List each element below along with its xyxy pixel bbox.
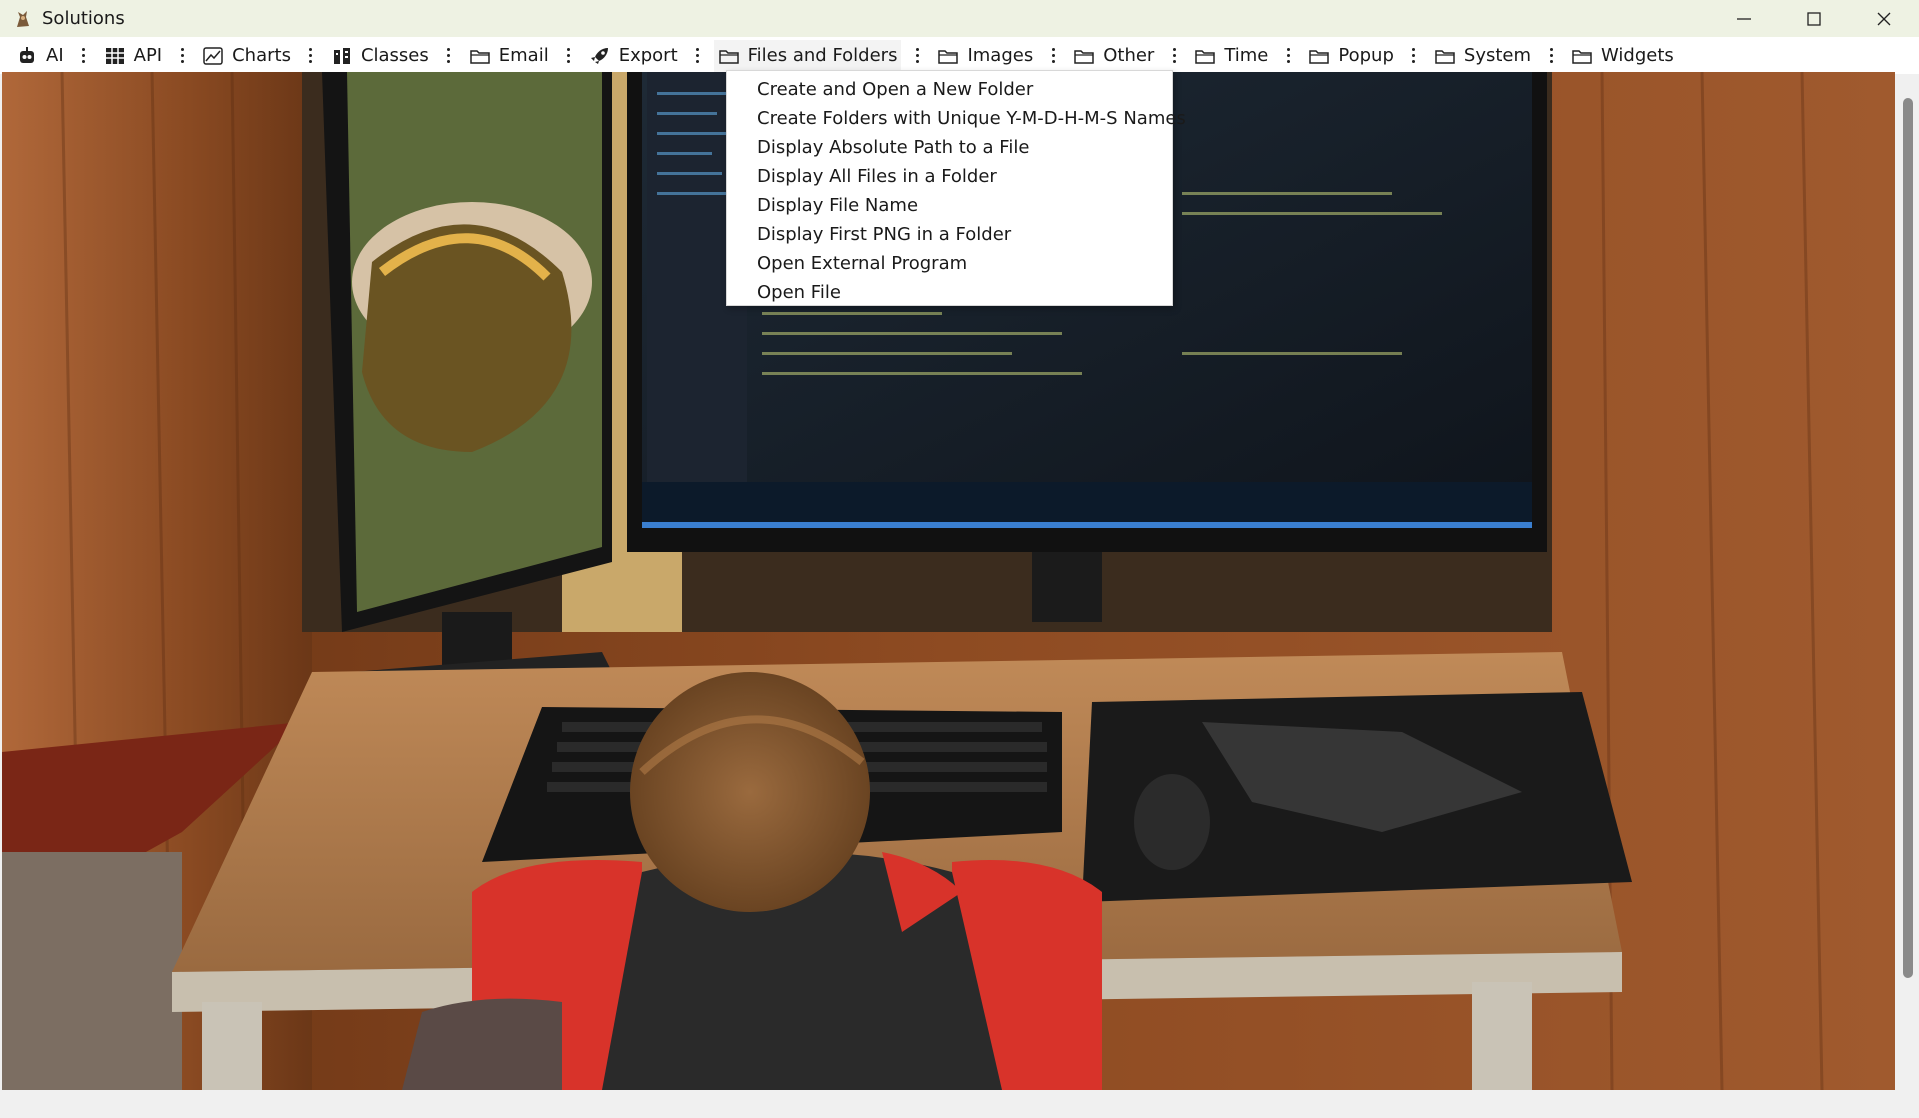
app-icon xyxy=(12,8,34,30)
menu-api[interactable]: API xyxy=(100,40,166,72)
minimize-button[interactable] xyxy=(1709,0,1779,37)
menu-charts[interactable]: Charts xyxy=(198,40,295,72)
menu-export[interactable]: Export xyxy=(585,40,682,72)
menu-separator xyxy=(1043,48,1063,63)
menu-separator xyxy=(1278,48,1298,63)
menu-widgets[interactable]: Widgets xyxy=(1567,40,1678,72)
menu-ai[interactable]: AI xyxy=(12,40,68,72)
menu-bar: AI API Charts Classes Email Export Files… xyxy=(0,37,1919,74)
menu-ai-label: AI xyxy=(46,45,64,66)
grid-icon xyxy=(104,45,126,67)
close-button[interactable] xyxy=(1849,0,1919,37)
dropdown-item-display-absolute-path[interactable]: Display Absolute Path to a File xyxy=(727,133,1172,162)
menu-export-label: Export xyxy=(618,45,678,66)
title-bar: Solutions xyxy=(0,0,1919,37)
menu-separator xyxy=(439,48,459,63)
menu-separator xyxy=(688,48,708,63)
folder-icon xyxy=(718,45,740,67)
folder-icon xyxy=(1434,45,1456,67)
menu-files-and-folders[interactable]: Files and Folders xyxy=(713,39,902,72)
vertical-scrollbar[interactable] xyxy=(1903,98,1913,978)
menu-time-label: Time xyxy=(1224,45,1269,66)
maximize-button[interactable] xyxy=(1779,0,1849,37)
files-and-folders-dropdown: Create and Open a New Folder Create Fold… xyxy=(726,70,1186,307)
robot-icon xyxy=(16,45,38,67)
menu-separator xyxy=(559,48,579,63)
menu-separator xyxy=(1164,48,1184,63)
menu-popup-label: Popup xyxy=(1338,45,1394,66)
menu-images[interactable]: Images xyxy=(933,40,1037,72)
folder-icon xyxy=(937,45,959,67)
minimize-icon xyxy=(1737,17,1751,20)
menu-charts-label: Charts xyxy=(232,45,291,66)
menu-separator xyxy=(172,48,192,63)
menu-separator xyxy=(907,48,927,63)
maximize-icon xyxy=(1807,11,1821,26)
dropdown-item-create-unique-folders[interactable]: Create Folders with Unique Y-M-D-H-M-S N… xyxy=(727,104,1186,133)
building-icon xyxy=(331,45,353,67)
menu-other[interactable]: Other xyxy=(1069,40,1158,72)
dropdown-item-open-file[interactable]: Open File xyxy=(727,278,1172,307)
close-icon xyxy=(1877,12,1891,25)
dropdown-item-create-open-folder[interactable]: Create and Open a New Folder xyxy=(727,75,1172,104)
menu-classes-label: Classes xyxy=(360,45,429,66)
menu-files-and-folders-label: Files and Folders xyxy=(747,45,898,66)
menu-widgets-label: Widgets xyxy=(1601,45,1674,66)
menu-other-label: Other xyxy=(1103,45,1155,66)
menu-separator xyxy=(1541,48,1561,63)
menu-popup[interactable]: Popup xyxy=(1304,40,1398,72)
menu-time[interactable]: Time xyxy=(1190,40,1272,72)
menu-separator xyxy=(74,48,94,63)
menu-email[interactable]: Email xyxy=(465,40,553,72)
folder-icon xyxy=(1571,45,1593,67)
menu-system[interactable]: System xyxy=(1430,40,1535,72)
menu-separator xyxy=(1404,48,1424,63)
menu-classes[interactable]: Classes xyxy=(327,40,433,72)
menu-email-label: Email xyxy=(498,45,549,66)
dropdown-item-display-first-png[interactable]: Display First PNG in a Folder xyxy=(727,220,1172,249)
window-controls xyxy=(1709,0,1919,37)
folder-icon xyxy=(1194,45,1216,67)
bottom-strip xyxy=(0,1090,1919,1118)
chart-icon xyxy=(202,45,224,67)
dropdown-item-open-external-program[interactable]: Open External Program xyxy=(727,249,1172,278)
folder-icon xyxy=(1073,45,1095,67)
folder-icon xyxy=(469,45,491,67)
rocket-icon xyxy=(589,45,611,67)
menu-separator xyxy=(301,48,321,63)
window-title: Solutions xyxy=(42,8,125,29)
dropdown-item-display-file-name[interactable]: Display File Name xyxy=(727,191,1172,220)
folder-icon xyxy=(1308,45,1330,67)
menu-api-label: API xyxy=(133,45,163,66)
menu-system-label: System xyxy=(1463,45,1532,66)
dropdown-item-display-all-files[interactable]: Display All Files in a Folder xyxy=(727,162,1172,191)
menu-images-label: Images xyxy=(967,45,1034,66)
